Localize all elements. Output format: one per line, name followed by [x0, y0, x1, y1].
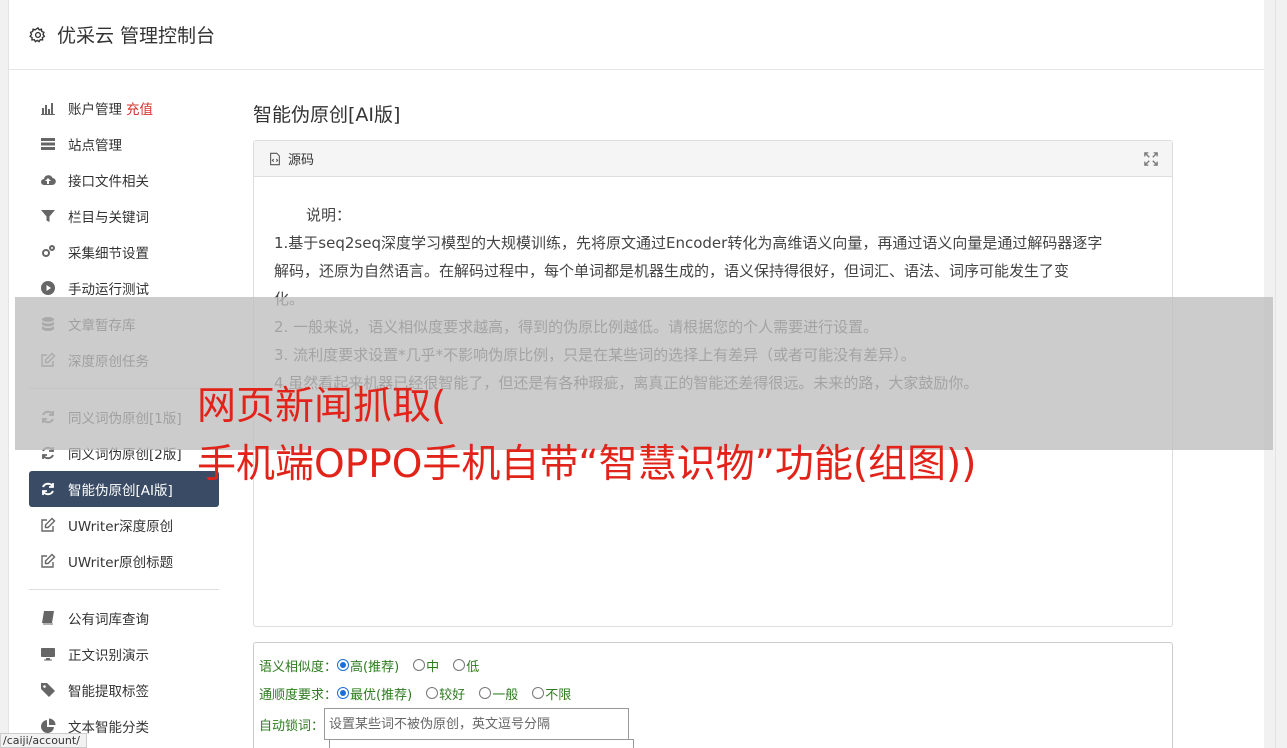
play-circle-icon — [39, 279, 57, 297]
fluency-option[interactable]: 一般 — [479, 684, 518, 703]
settings-form: 语义相似度： 高(推荐) 中 低 通顺度要求： 最优(推荐) 较好 一般 不限 自动锁词： — [253, 642, 1173, 748]
radio-button[interactable] — [479, 687, 492, 699]
bar-chart-icon — [39, 99, 57, 117]
similarity-option-label: 高(推荐) — [350, 659, 400, 675]
top-header: 优采云 管理控制台 — [9, 0, 1277, 70]
similarity-option[interactable]: 高(推荐) — [337, 656, 399, 675]
radio-button[interactable] — [413, 659, 426, 671]
sidebar-item-label: 采集细节设置 — [68, 246, 149, 262]
radio-button[interactable] — [453, 659, 466, 671]
fluency-option[interactable]: 较好 — [426, 684, 465, 703]
similarity-option-label: 中 — [426, 659, 440, 675]
fluency-option-label: 较好 — [439, 687, 466, 703]
sidebar-item-label: 栏目与关键词 — [68, 210, 149, 226]
lock-label: 自动锁词： — [259, 718, 325, 734]
radio-button[interactable] — [532, 687, 545, 699]
cloud-upload-icon — [39, 171, 57, 189]
sidebar-item[interactable]: 智能提取标签 — [29, 672, 219, 708]
monitor-icon — [39, 645, 57, 663]
panel-header: 源码 — [254, 141, 1172, 177]
sidebar-item[interactable]: UWriter原创标题 — [29, 543, 219, 579]
sidebar-item-label: 站点管理 — [68, 138, 122, 154]
tag-icon — [39, 681, 57, 699]
filter-icon — [39, 207, 57, 225]
sidebar-item[interactable]: 正文识别演示 — [29, 636, 219, 672]
edit-icon — [39, 552, 57, 570]
fluency-option[interactable]: 最优(推荐) — [337, 684, 412, 703]
code-file-icon — [270, 152, 280, 165]
panel-header-label: 源码 — [288, 153, 315, 168]
status-bar-url: /caiji/account/ — [0, 733, 87, 748]
sidebar-item-label: 公有词库查询 — [68, 612, 149, 628]
similarity-option[interactable]: 中 — [413, 656, 439, 675]
sidebar-item[interactable]: 接口文件相关 — [29, 162, 219, 198]
book-icon — [39, 609, 57, 627]
similarity-label: 语义相似度： — [259, 659, 338, 675]
similarity-row: 语义相似度： 高(推荐) 中 低 — [259, 651, 1172, 679]
sidebar-item[interactable]: 账户管理 充值 — [29, 90, 219, 126]
sidebar-item[interactable]: UWriter深度原创 — [29, 507, 219, 543]
fluency-option[interactable]: 不限 — [532, 684, 571, 703]
app-title: 优采云 管理控制台 — [57, 25, 216, 47]
sidebar-item[interactable]: 智能伪原创[AI版] — [29, 471, 219, 507]
radio-button[interactable] — [337, 687, 350, 699]
headline-line-2: 手机端OPPO手机自带“智慧识物”功能(组图)) — [197, 442, 977, 487]
gears-icon — [39, 243, 57, 261]
similarity-option[interactable]: 低 — [453, 656, 479, 675]
description-line: 解码，还原为自然语言。在解码过程中，每个单词都是机器生成的，语义保持得很好，但词… — [274, 262, 1070, 280]
fluency-option-label: 不限 — [545, 687, 572, 703]
sidebar-item-label: UWriter原创标题 — [68, 555, 174, 571]
sidebar-item[interactable]: 栏目与关键词 — [29, 198, 219, 234]
gear-icon — [29, 26, 46, 43]
recharge-link[interactable]: 充值 — [126, 98, 153, 118]
sidebar-item[interactable]: 采集细节设置 — [29, 234, 219, 270]
similarity-option-label: 低 — [466, 659, 480, 675]
radio-button[interactable] — [337, 659, 350, 671]
sidebar-item-label: 智能提取标签 — [68, 684, 149, 700]
fluency-option-label: 最优(推荐) — [350, 687, 413, 703]
radio-button[interactable] — [426, 687, 439, 699]
edit-icon — [39, 516, 57, 534]
sidebar-item-label: 账户管理 — [68, 102, 122, 118]
server-icon — [39, 135, 57, 153]
sidebar-item[interactable]: 公有词库查询 — [29, 600, 219, 636]
fluency-option-label: 一般 — [492, 687, 519, 703]
fluency-row: 通顺度要求： 最优(推荐) 较好 一般 不限 — [259, 679, 1172, 707]
intro-label: 说明： — [306, 206, 352, 224]
sidebar-item[interactable]: 站点管理 — [29, 126, 219, 162]
sidebar-item-label: 接口文件相关 — [68, 174, 149, 190]
secondary-input[interactable] — [329, 739, 634, 748]
sidebar-item-label: UWriter深度原创 — [68, 519, 174, 535]
sidebar-item-label: 正文识别演示 — [68, 648, 149, 664]
headline-line-1: 网页新闻抓取( — [197, 384, 447, 429]
sidebar-item-label: 手动运行测试 — [68, 282, 149, 298]
overlay-headline: 网页新闻抓取( 手机端OPPO手机自带“智慧识物”功能(组图)) — [197, 378, 977, 494]
sidebar-divider — [29, 589, 219, 590]
lock-words-input[interactable] — [324, 708, 630, 740]
page-title: 智能伪原创[AI版] — [253, 104, 401, 126]
lock-row: 自动锁词： — [259, 707, 1172, 741]
refresh-icon — [39, 480, 57, 498]
fullscreen-icon[interactable] — [1144, 152, 1158, 166]
fluency-label: 通顺度要求： — [259, 687, 338, 703]
description-line: 1.基于seq2seq深度学习模型的大规模训练，先将原文通过Encoder转化为… — [274, 234, 1103, 252]
sidebar-item-label: 智能伪原创[AI版] — [68, 483, 173, 499]
